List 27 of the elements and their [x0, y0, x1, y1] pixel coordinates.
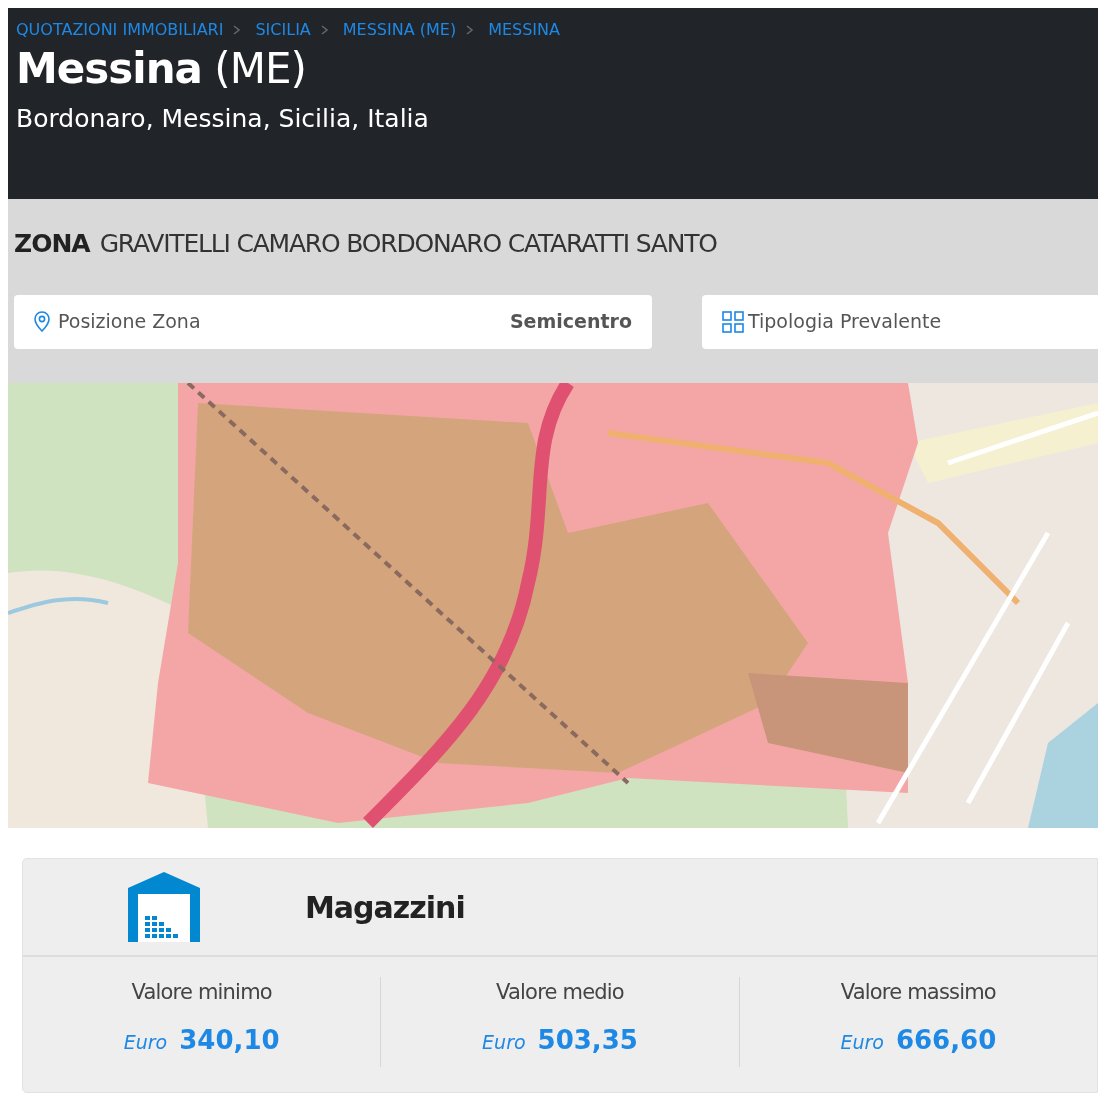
value-label: Valore minimo: [130, 979, 273, 1006]
info-value: Semicentro: [509, 309, 632, 335]
currency-label: Euro: [840, 1029, 884, 1055]
currency-label: Euro: [123, 1029, 168, 1055]
currency-label: Euro: [482, 1029, 526, 1055]
location-subtitle: Bordonaro, Messina, Sicilia, Italia: [16, 103, 430, 136]
info-label: Tipologia Prevalente: [748, 309, 942, 335]
price-value: 666,60: [895, 1023, 997, 1057]
grid-icon: [722, 310, 744, 333]
price-value: 503,35: [537, 1023, 638, 1057]
breadcrumb-link[interactable]: SICILIA: [255, 18, 311, 42]
warehouse-icon: [128, 872, 200, 942]
zone-name: GRAVITELLI CAMARO BORDONARO CATARATTI SANTO: [99, 228, 717, 260]
breadcrumb-link[interactable]: QUOTAZIONI IMMOBILIARI: [16, 18, 224, 42]
location-pin-icon: [34, 310, 50, 333]
value-label: Valore medio: [495, 979, 625, 1006]
chevron-icon: [233, 25, 242, 35]
chevron-icon: [320, 25, 329, 35]
zone-label: ZONA: [14, 228, 90, 260]
breadcrumb-link[interactable]: MESSINA: [488, 18, 560, 42]
value-label: Valore massimo: [839, 979, 997, 1006]
chevron-icon: [466, 25, 475, 35]
info-label: Posizione Zona: [58, 309, 201, 335]
breadcrumb-link[interactable]: MESSINA (ME): [342, 18, 457, 42]
category-title: Magazzini: [305, 888, 465, 927]
price-value: 340,10: [179, 1023, 280, 1057]
page-title: Messina (ME): [16, 46, 307, 93]
